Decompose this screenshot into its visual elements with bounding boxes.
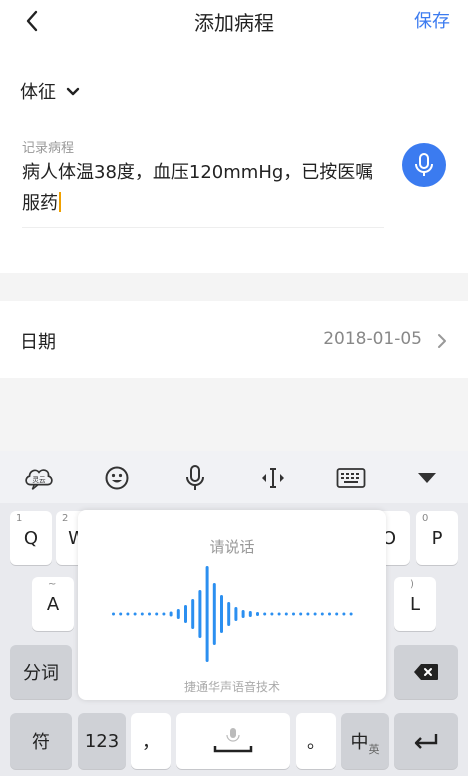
text-cursor <box>59 192 61 212</box>
period-key-label: 。 <box>307 732 325 753</box>
space-mic-icon <box>213 728 253 753</box>
microphone-icon <box>415 153 433 176</box>
key-q-label: Q <box>23 527 39 549</box>
keyboard-toolbar: 灵云 <box>0 451 468 503</box>
segment-key[interactable]: 分词 <box>10 645 72 699</box>
key-p-label: P <box>431 527 443 549</box>
key-a[interactable]: ~ A <box>32 577 74 631</box>
key-l-sub: ) <box>410 579 414 590</box>
space-key[interactable] <box>176 713 290 769</box>
category-select[interactable]: 体征 <box>20 78 80 104</box>
symbol-key[interactable]: 符 <box>10 713 72 769</box>
backspace-key[interactable] <box>394 645 458 699</box>
voice-prompt: 请说话 <box>209 538 255 556</box>
number-key-label: 123 <box>84 730 120 752</box>
svg-text:灵云: 灵云 <box>32 476 46 484</box>
key-q[interactable]: 1 Q <box>10 511 52 565</box>
add-progress-screen: 添加病程 保存 体征 记录病程 病人体温38度，血压120mmHg，已按医嘱服药… <box>0 0 468 776</box>
voice-waveform <box>112 566 353 662</box>
key-l-label: L <box>409 593 421 615</box>
date-value: 2018-01-05 <box>323 329 422 349</box>
lang-switch-key[interactable]: 中 英 <box>341 713 389 769</box>
lang-en-label: 英 <box>368 743 380 756</box>
record-field-label: 记录病程 <box>22 141 75 156</box>
key-q-sub: 1 <box>16 513 23 524</box>
record-text-value: 病人体温38度，血压120mmHg，已按医嘱服药 <box>22 162 374 214</box>
enter-key[interactable] <box>394 713 458 769</box>
period-key[interactable]: 。 <box>296 713 336 769</box>
key-p-sub: 0 <box>422 513 429 524</box>
collapse-keyboard-icon[interactable] <box>410 461 444 495</box>
keyboard-icon[interactable] <box>334 461 368 495</box>
voice-credit: 捷通华声语音技术 <box>183 680 280 694</box>
voice-input-button[interactable] <box>402 143 446 187</box>
comma-key-label: ， <box>142 732 160 753</box>
section-separator <box>0 378 468 451</box>
key-a-label: A <box>46 593 60 615</box>
backspace-icon <box>414 664 438 680</box>
date-label: 日期 <box>20 332 56 353</box>
number-key[interactable]: 123 <box>78 713 126 769</box>
lingyun-icon[interactable]: 灵云 <box>22 461 56 495</box>
symbol-key-label: 符 <box>32 732 50 753</box>
record-textarea[interactable]: 病人体温38度，血压120mmHg，已按医嘱服药 <box>22 157 382 219</box>
save-button[interactable]: 保存 <box>414 7 450 33</box>
chevron-right-icon <box>436 333 448 349</box>
key-a-sub: ~ <box>48 579 57 590</box>
chevron-down-icon <box>66 84 80 98</box>
mic-icon[interactable] <box>178 461 212 495</box>
key-l[interactable]: ) L <box>394 577 436 631</box>
segment-key-label: 分词 <box>23 663 59 684</box>
enter-icon <box>414 734 438 749</box>
key-w-sub: 2 <box>62 513 69 524</box>
key-p[interactable]: 0 P <box>416 511 458 565</box>
category-label: 体征 <box>20 82 56 103</box>
lang-zh-label: 中 <box>350 732 369 753</box>
page-title: 添加病程 <box>194 11 274 35</box>
section-separator <box>0 273 468 301</box>
header: 添加病程 保存 <box>0 0 468 48</box>
voice-input-panel[interactable]: 请说话 捷通华声语音技术 <box>78 510 386 700</box>
cursor-move-icon[interactable] <box>256 461 290 495</box>
comma-key[interactable]: ， <box>131 713 171 769</box>
divider <box>22 227 384 228</box>
emoji-icon[interactable] <box>100 461 134 495</box>
